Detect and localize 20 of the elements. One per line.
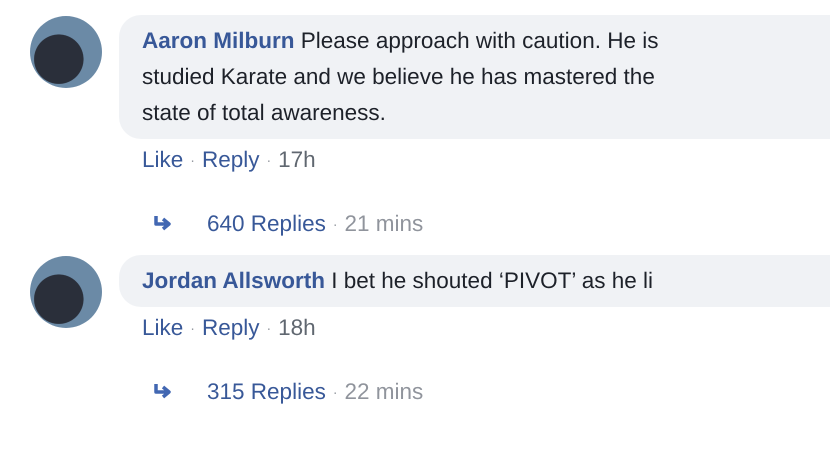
author-link[interactable]: Aaron Milburn xyxy=(142,28,294,53)
action-link[interactable]: Like xyxy=(142,313,184,343)
separator-dot: · xyxy=(332,383,338,402)
timestamp: 22 mins xyxy=(344,378,424,406)
separator-dot: · xyxy=(190,319,195,338)
action-link[interactable]: Like xyxy=(142,145,184,175)
timestamp: 17h xyxy=(278,146,316,174)
action-link[interactable]: Reply xyxy=(202,313,260,343)
author-link[interactable]: Jordan Allsworth xyxy=(142,268,325,293)
separator-dot: · xyxy=(332,215,338,234)
timestamp: 18h xyxy=(278,314,316,342)
timestamp: 21 mins xyxy=(344,210,424,238)
separator-dot: · xyxy=(266,319,272,338)
separator-dot: · xyxy=(190,151,195,170)
separator-dot: · xyxy=(266,151,272,170)
replies-link[interactable]: 315 Replies xyxy=(207,377,326,407)
comment-text: Jordan Allsworth I bet he shouted ‘PIVOT’ as he li xyxy=(142,267,654,295)
comment-text: Aaron Milburn Please approach with caution. He is studied Karate and we believe he has mastered the state of total awareness. xyxy=(142,27,660,127)
action-link[interactable]: Reply xyxy=(202,145,260,175)
replies-link[interactable]: 640 Replies xyxy=(207,209,326,239)
